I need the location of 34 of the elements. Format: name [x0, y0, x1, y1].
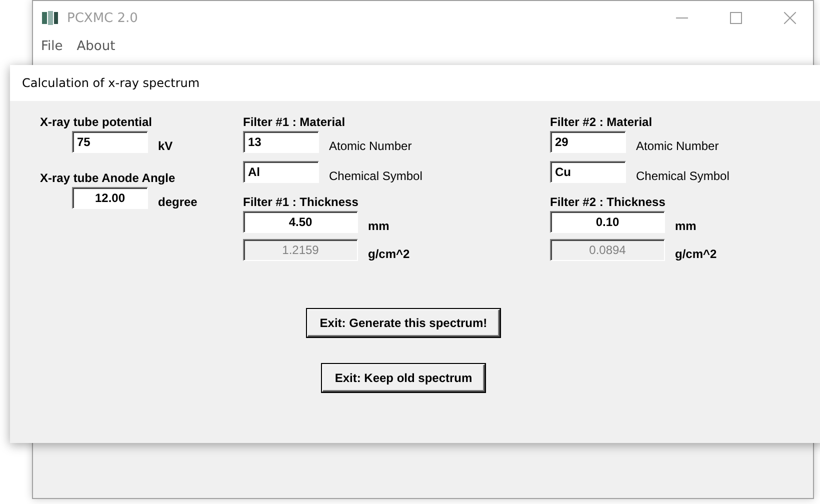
- section-heading: Filter #2 : Thickness: [550, 195, 666, 209]
- input-field[interactable]: 12.00: [72, 187, 148, 209]
- window-title: PCXMC 2.0: [67, 10, 139, 26]
- field-label: X-ray tube Anode Angle: [40, 171, 176, 185]
- maximize-icon[interactable]: [730, 12, 742, 24]
- input-field[interactable]: 29: [550, 131, 626, 153]
- app-icon: [41, 10, 59, 26]
- dialog-title: Calculation of x-ray spectrum: [22, 76, 200, 90]
- section-heading: Filter #2 : Material: [550, 115, 654, 129]
- field-label: Atomic Number: [636, 139, 719, 153]
- menu-item[interactable]: About: [76, 38, 116, 54]
- input-field[interactable]: Cu: [550, 161, 626, 183]
- unit-label: kV: [158, 139, 173, 153]
- input-field[interactable]: 13: [243, 131, 319, 153]
- minimize-icon[interactable]: [676, 17, 688, 19]
- input-field[interactable]: 75: [72, 131, 148, 153]
- unit-label: mm: [368, 219, 390, 233]
- input-field[interactable]: Al: [243, 161, 319, 183]
- section-heading: Filter #1 : Material: [243, 115, 346, 129]
- field-label: Chemical Symbol: [329, 169, 422, 183]
- section-heading: Filter #1 : Thickness: [243, 195, 360, 209]
- exit-button[interactable]: Exit: Keep old spectrum: [322, 364, 486, 392]
- input-field[interactable]: 0.10: [550, 211, 665, 233]
- input-field[interactable]: 4.50: [243, 211, 358, 233]
- field-label: Chemical Symbol: [636, 169, 730, 183]
- unit-label: g/cm^2: [368, 247, 410, 261]
- menu-item[interactable]: File: [41, 38, 63, 54]
- unit-label: mm: [675, 219, 696, 233]
- field-label: Atomic Number: [329, 139, 412, 153]
- close-icon[interactable]: [784, 12, 796, 24]
- exit-button[interactable]: Exit: Generate this spectrum!: [306, 309, 500, 337]
- field-label: X-ray tube potential: [40, 115, 154, 129]
- unit-label: degree: [158, 195, 198, 209]
- unit-label: g/cm^2: [675, 247, 717, 261]
